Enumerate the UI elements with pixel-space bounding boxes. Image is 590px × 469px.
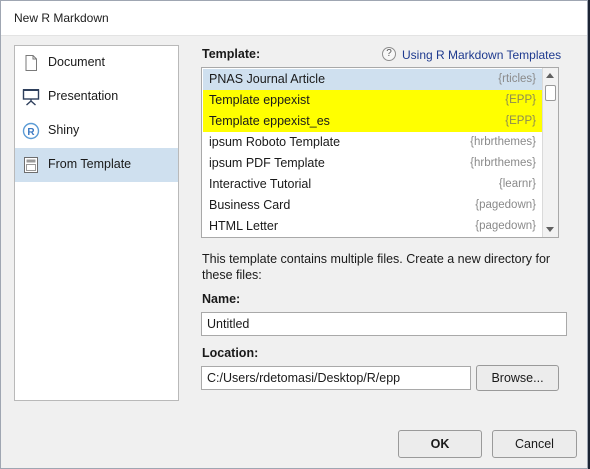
presentation-icon [22,89,40,106]
sidebar-item-label: From Template [48,157,132,171]
location-input[interactable] [201,366,471,390]
location-label: Location: [202,346,259,360]
using-templates-link[interactable]: Using R Markdown Templates [402,48,561,62]
template-icon [24,157,38,173]
list-item[interactable]: Template eppexist {EPP} [203,90,542,111]
name-input[interactable] [201,312,567,336]
sidebar-item-shiny[interactable]: R Shiny [15,114,178,148]
template-name: HTML Letter [209,219,279,233]
name-label: Name: [202,292,241,306]
template-name: PNAS Journal Article [209,72,326,86]
browse-button[interactable]: Browse... [476,365,559,391]
template-package: {hrbrthemes} [470,157,536,169]
list-item[interactable]: HTML Letter {pagedown} [203,216,542,237]
sidebar-item-presentation[interactable]: Presentation [15,80,178,114]
template-package: {pagedown} [475,199,536,211]
template-package: {EPP} [505,94,536,106]
template-label: Template: [202,47,261,61]
sidebar-item-label: Document [48,55,105,69]
list-item[interactable]: Interactive Tutorial {learnr} [203,174,542,195]
svg-text:R: R [27,127,35,138]
sidebar-item-document[interactable]: Document [15,46,178,80]
list-item[interactable]: ipsum PDF Template {hrbrthemes} [203,153,542,174]
template-name: Template eppexist_es [209,114,330,128]
sidebar-item-label: Shiny [48,123,80,137]
template-name: Interactive Tutorial [209,177,312,191]
template-package: {EPP} [505,115,536,127]
list-item[interactable]: ipsum Roboto Template {hrbrthemes} [203,132,542,153]
cancel-button[interactable]: Cancel [492,430,577,458]
list-item[interactable]: Template eppexist_es {EPP} [203,111,542,132]
title-bar[interactable]: New R Markdown [1,1,587,36]
template-package: {rticles} [498,73,536,85]
list-item[interactable]: PNAS Journal Article {rticles} [203,69,542,90]
new-r-markdown-dialog: New R Markdown Document Presentation R S… [0,0,588,469]
scroll-down-arrow-icon[interactable] [546,227,554,232]
list-item[interactable]: Business Card {pagedown} [203,195,542,216]
template-list[interactable]: PNAS Journal Article {rticles} Template … [201,67,559,238]
template-list-scrollbar[interactable] [542,68,558,237]
sidebar: Document Presentation R Shiny From Templ… [14,45,179,401]
template-description: This template contains multiple files. C… [202,252,551,282]
template-package: {hrbrthemes} [470,136,536,148]
template-name: Template eppexist [209,93,310,107]
template-name: ipsum Roboto Template [209,135,341,149]
document-icon [25,55,37,71]
ok-button[interactable]: OK [398,430,482,458]
shiny-icon: R [22,122,40,140]
template-package: {pagedown} [475,220,536,232]
template-name: ipsum PDF Template [209,156,325,170]
scroll-thumb[interactable] [545,85,556,101]
template-package: {learnr} [498,178,536,190]
sidebar-item-from-template[interactable]: From Template [15,148,178,182]
template-name: Business Card [209,198,291,212]
help-icon[interactable]: ? [382,47,396,61]
window-title: New R Markdown [14,11,109,25]
scroll-up-arrow-icon[interactable] [546,73,554,78]
sidebar-item-label: Presentation [48,89,119,103]
